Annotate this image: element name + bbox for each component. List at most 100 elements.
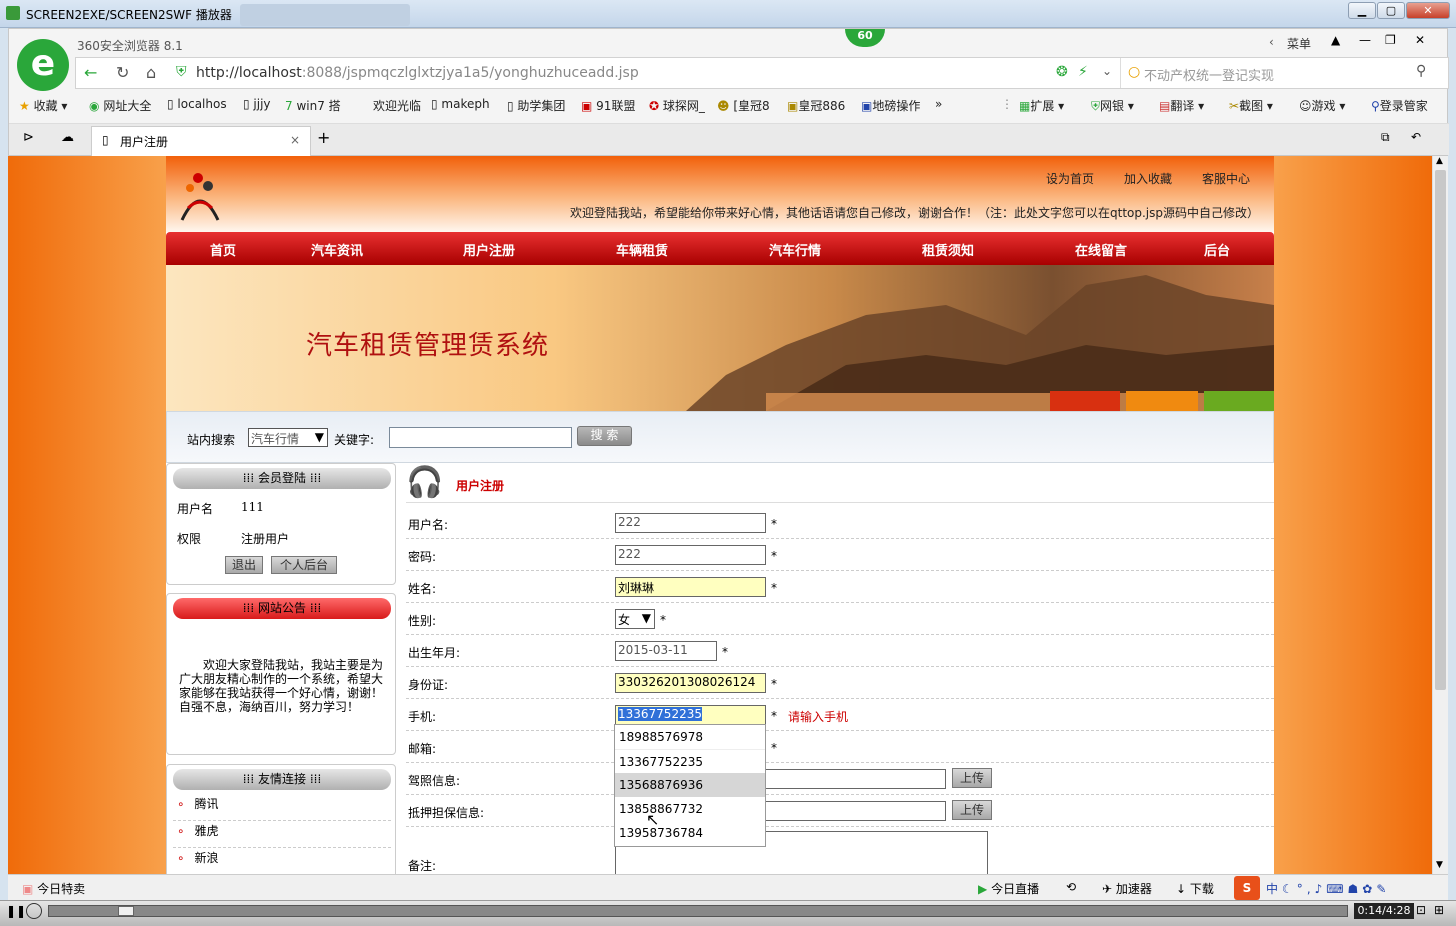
- nav-guestbook[interactable]: 在线留言: [1075, 240, 1127, 259]
- mortgage-upload-button[interactable]: 上传: [952, 800, 992, 820]
- tab-user-register[interactable]: ▯ 用户注册 ×: [91, 126, 311, 156]
- birth-input[interactable]: 2015-03-11: [615, 641, 717, 661]
- close-button[interactable]: ✕: [1406, 2, 1450, 19]
- logout-button[interactable]: 退出: [225, 556, 263, 574]
- progress-track[interactable]: [48, 905, 1348, 917]
- nav-register[interactable]: 用户注册: [463, 240, 515, 259]
- bookmark-item[interactable]: ▯ jjjy: [243, 97, 271, 111]
- autocomplete-item[interactable]: 13568876936: [615, 773, 765, 797]
- search-input[interactable]: 不动产权统一登记实现: [1144, 65, 1274, 84]
- tool-login[interactable]: ⚲登录管家: [1371, 97, 1428, 114]
- phone-input[interactable]: 13367752235: [615, 705, 766, 725]
- link-item[interactable]: ∘ 新浪: [173, 849, 391, 874]
- undo-icon[interactable]: ↶: [1411, 130, 1421, 144]
- progress-thumb[interactable]: [118, 906, 134, 916]
- autocomplete-item[interactable]: 13858867732: [615, 797, 765, 821]
- scroll-thumb[interactable]: [1435, 170, 1446, 690]
- bookmark-item[interactable]: ◉ 网址大全: [89, 97, 151, 114]
- nav-home[interactable]: 首页: [210, 240, 236, 259]
- home-icon[interactable]: ⌂: [146, 63, 156, 82]
- speed-badge[interactable]: 60: [845, 29, 885, 47]
- name-input[interactable]: 刘琳琳: [615, 577, 766, 597]
- autocomplete-item[interactable]: 13958736784: [615, 821, 765, 845]
- tool-label: 扩展: [1030, 99, 1055, 113]
- download-button[interactable]: ↓ 下载: [1176, 880, 1214, 897]
- restore-tabs-icon[interactable]: ⧉: [1381, 130, 1390, 145]
- keyword-input[interactable]: [389, 427, 572, 448]
- url-input[interactable]: http://localhost:8088/jspmqczlglxtzjya1a…: [196, 65, 639, 81]
- pause-icon[interactable]: ❚❚: [6, 904, 26, 918]
- scroll-up-icon[interactable]: ▲: [1436, 156, 1443, 166]
- speed-mode-icon[interactable]: ⚡: [1078, 64, 1088, 80]
- fit-icon[interactable]: ⊡: [1416, 903, 1426, 917]
- cloud-icon[interactable]: ☁: [61, 130, 74, 145]
- search-button[interactable]: 搜 索: [577, 426, 632, 446]
- sidebar-toggle-icon[interactable]: ⊳: [23, 130, 34, 145]
- close-icon[interactable]: ✕: [1415, 33, 1425, 47]
- stop-icon[interactable]: [26, 903, 42, 919]
- refresh-icon[interactable]: ↻: [116, 63, 129, 82]
- bookmark-item[interactable]: ▯ localhos: [167, 97, 227, 111]
- bookmark-item[interactable]: ▣地磅操作: [861, 97, 920, 114]
- tool-extension[interactable]: ▦扩展 ▾: [1019, 97, 1064, 114]
- nav-rental[interactable]: 车辆租赁: [616, 240, 668, 259]
- idcard-input[interactable]: 330326201308026124: [615, 673, 766, 693]
- fullscreen-icon[interactable]: ⊞: [1434, 903, 1444, 917]
- ie-mode-icon[interactable]: ❂: [1056, 64, 1068, 80]
- search-engine-icon[interactable]: ○: [1128, 64, 1140, 80]
- chevron-left-icon[interactable]: ‹: [1269, 35, 1274, 49]
- nav-rental-notice[interactable]: 租赁须知: [922, 240, 974, 259]
- service-center-link[interactable]: 客服中心: [1202, 170, 1250, 187]
- scroll-down-icon[interactable]: ▼: [1436, 860, 1443, 870]
- more-bookmarks-icon[interactable]: »: [935, 97, 942, 111]
- bookmark-item[interactable]: ▣ 91联盟: [581, 97, 635, 114]
- page-scrollbar[interactable]: ▲ ▼: [1432, 156, 1448, 874]
- autocomplete-item[interactable]: 13367752235: [615, 749, 765, 773]
- username-input[interactable]: 222: [615, 513, 766, 533]
- history-icon[interactable]: ⟲: [1066, 880, 1076, 894]
- bookmark-item[interactable]: 7 win7 搭: [285, 97, 341, 114]
- search-icon[interactable]: ⚲: [1416, 63, 1426, 79]
- license-upload-button[interactable]: 上传: [952, 768, 992, 788]
- personal-backend-button[interactable]: 个人后台: [271, 556, 337, 574]
- menu-button[interactable]: 菜单: [1287, 35, 1311, 52]
- search-category-select[interactable]: 汽车行情 ▼: [248, 428, 328, 447]
- link-item[interactable]: ∘ 腾讯: [173, 795, 391, 821]
- bookmark-favorites[interactable]: ★ 收藏 ▾: [19, 97, 67, 114]
- password-input[interactable]: 222: [615, 545, 766, 565]
- bookmark-item[interactable]: ☻ [皇冠8: [717, 97, 770, 114]
- ime-toolbar-icons[interactable]: 中☾°‚♪⌨☗✿✎: [1266, 880, 1390, 897]
- ime-logo-icon[interactable]: S: [1234, 876, 1260, 900]
- today-deals[interactable]: ▣ 今日特卖: [22, 880, 85, 897]
- panel-title-text: 会员登陆: [257, 471, 306, 485]
- restore-icon[interactable]: ❐: [1385, 33, 1396, 47]
- nav-market[interactable]: 汽车行情: [769, 240, 821, 259]
- set-homepage-link[interactable]: 设为首页: [1046, 170, 1094, 187]
- bookmark-item[interactable]: 欢迎光临: [373, 97, 421, 114]
- maximize-button[interactable]: ▢: [1377, 2, 1405, 19]
- live-button[interactable]: ▶ 今日直播: [978, 880, 1039, 897]
- tool-bank[interactable]: ⛨网银 ▾: [1091, 97, 1134, 114]
- bookmark-item[interactable]: ✪ 球探网_: [649, 97, 705, 114]
- back-icon[interactable]: ←: [84, 63, 97, 82]
- bookmark-item[interactable]: ▯ 助学集团: [507, 97, 565, 114]
- required-star: *: [771, 709, 777, 723]
- autocomplete-item[interactable]: 18988576978: [615, 725, 765, 749]
- accelerator-button[interactable]: ✈ 加速器: [1102, 880, 1152, 897]
- link-item[interactable]: ∘ 雅虎: [173, 822, 391, 848]
- add-favorite-link[interactable]: 加入收藏: [1124, 170, 1172, 187]
- tool-translate[interactable]: ▤翻译 ▾: [1159, 97, 1204, 114]
- skin-icon[interactable]: ▲: [1331, 33, 1340, 47]
- bookmark-item[interactable]: ▣皇冠886: [787, 97, 845, 114]
- tool-screenshot[interactable]: ✂截图 ▾: [1229, 97, 1273, 114]
- bookmark-item[interactable]: ▯ makeph: [431, 97, 490, 111]
- gender-select[interactable]: 女 ▼: [615, 609, 655, 629]
- min-icon[interactable]: —: [1359, 33, 1371, 47]
- nav-car-news[interactable]: 汽车资讯: [311, 240, 363, 259]
- tool-games[interactable]: ☺游戏 ▾: [1299, 97, 1345, 114]
- nav-admin[interactable]: 后台: [1204, 240, 1230, 259]
- close-tab-icon[interactable]: ×: [290, 133, 300, 147]
- chevron-down-icon[interactable]: ⌄: [1102, 64, 1112, 78]
- minimize-button[interactable]: ▁: [1348, 2, 1376, 19]
- new-tab-icon[interactable]: +: [317, 128, 330, 147]
